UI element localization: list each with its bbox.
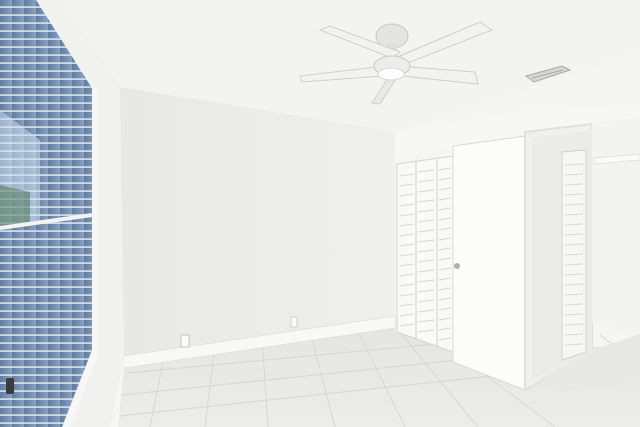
window-greenery-icon bbox=[0, 185, 30, 228]
open-door-panel bbox=[452, 135, 526, 391]
open-closet-door[interactable] bbox=[452, 135, 526, 391]
wall-outlet bbox=[180, 334, 190, 348]
back-wall bbox=[120, 87, 395, 356]
bifold-closet-door[interactable] bbox=[396, 155, 454, 353]
fan-light-icon bbox=[377, 67, 405, 81]
closet-louvered-door[interactable] bbox=[561, 149, 587, 361]
door-knob-icon bbox=[454, 263, 460, 269]
wall-outlet-small bbox=[290, 316, 298, 328]
closet-side-wall bbox=[592, 118, 640, 334]
room-photo bbox=[0, 0, 640, 427]
blind-wand-icon bbox=[6, 378, 14, 394]
